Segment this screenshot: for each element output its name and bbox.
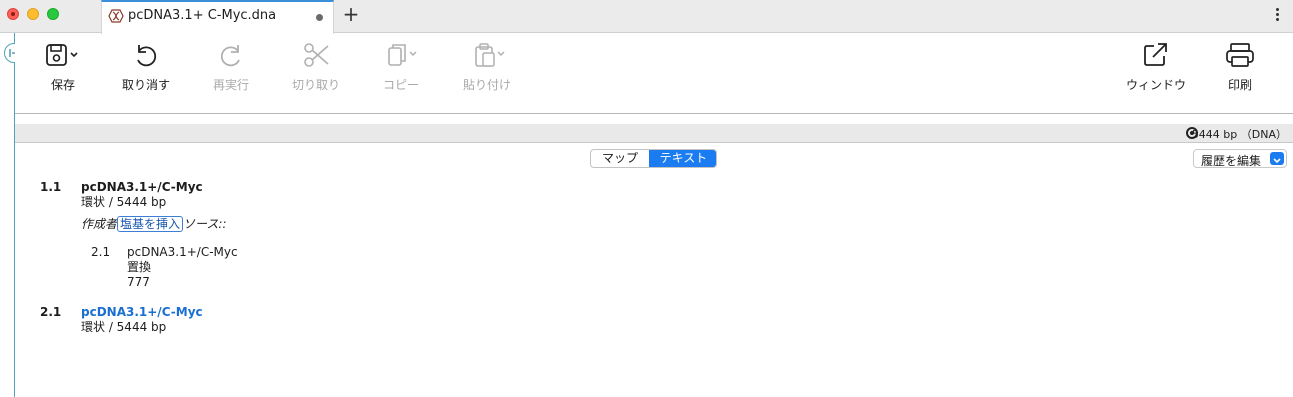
print-button[interactable]: 印刷 bbox=[1222, 42, 1258, 93]
paste-button[interactable]: 貼り付け bbox=[459, 42, 515, 93]
window-label: ウィンドウ bbox=[1125, 78, 1186, 92]
undo-button[interactable]: 取り消す bbox=[118, 42, 174, 93]
undo-icon bbox=[137, 45, 157, 67]
paste-icon bbox=[475, 43, 505, 67]
history-dropdown[interactable]: 履歴を編集 bbox=[1193, 149, 1287, 168]
redo-button[interactable]: 再実行 bbox=[209, 42, 253, 93]
entry-topology: 環状 / 5444 bp bbox=[81, 320, 167, 334]
redo-label: 再実行 bbox=[212, 78, 249, 92]
toolbar: 保存 取り消す 再実行 切り取り コピー 貼り付け ウィンドウ 印刷 bbox=[15, 34, 1293, 114]
copy-icon bbox=[388, 44, 417, 66]
minimize-window-button[interactable] bbox=[27, 8, 39, 20]
entry-title-link[interactable]: pcDNA3.1+/C-Myc bbox=[81, 305, 203, 319]
author-label: 作成者 bbox=[81, 217, 118, 231]
entry-number: 2.1 bbox=[40, 305, 62, 319]
entry-title: pcDNA3.1+/C-Myc bbox=[81, 180, 203, 194]
unsaved-indicator[interactable] bbox=[316, 14, 323, 21]
sub-entry-title: pcDNA3.1+/C-Myc bbox=[127, 245, 238, 259]
sub-entry-number: 2.1 bbox=[91, 245, 111, 259]
tab-map[interactable]: マップ bbox=[591, 150, 649, 167]
window-button[interactable]: ウィンドウ bbox=[1124, 42, 1188, 93]
open-window-icon bbox=[1144, 43, 1167, 66]
title-bar: pcDNA3.1+ C-Myc.dna + bbox=[0, 0, 1293, 34]
save-button[interactable]: 保存 bbox=[43, 42, 83, 93]
cut-button[interactable]: 切り取り bbox=[288, 42, 344, 93]
sequence-size: 5444 bp （DNA） bbox=[1191, 128, 1287, 141]
sub-entry-type: 置換 bbox=[127, 260, 152, 274]
redo-icon bbox=[220, 45, 240, 67]
zoom-window-button[interactable] bbox=[47, 8, 59, 20]
source-label: ソース:: bbox=[183, 217, 227, 231]
tab-text[interactable]: テキスト bbox=[649, 150, 716, 167]
undo-label: 取り消す bbox=[121, 78, 170, 92]
status-bar: 5444 bp （DNA） bbox=[15, 124, 1293, 143]
document-tab[interactable]: pcDNA3.1+ C-Myc.dna bbox=[101, 0, 334, 34]
view-switch: マップ テキスト bbox=[590, 149, 717, 168]
printer-icon bbox=[1226, 43, 1254, 67]
save-label: 保存 bbox=[50, 78, 75, 92]
cut-label: 切り取り bbox=[291, 78, 340, 92]
copy-button[interactable]: コピー bbox=[377, 42, 425, 93]
entry-number: 1.1 bbox=[40, 180, 62, 194]
scissors-icon bbox=[304, 43, 329, 67]
history-label: 履歴を編集 bbox=[1201, 154, 1262, 168]
tab-title: pcDNA3.1+ C-Myc.dna bbox=[128, 8, 277, 23]
author-line: 作成者 塩基を挿入 ソース:: bbox=[81, 216, 227, 232]
sub-entry-value: 777 bbox=[127, 275, 150, 289]
close-window-button[interactable] bbox=[7, 8, 19, 20]
save-icon bbox=[46, 44, 78, 66]
chevron-down-icon bbox=[1270, 152, 1284, 165]
new-tab-button[interactable]: + bbox=[340, 2, 362, 26]
dna-file-icon bbox=[108, 9, 124, 23]
paste-label: 貼り付け bbox=[462, 78, 511, 92]
print-label: 印刷 bbox=[1227, 78, 1252, 92]
copy-label: コピー bbox=[382, 78, 419, 92]
insert-bases-button[interactable]: 塩基を挿入 bbox=[117, 216, 184, 232]
entry-topology: 環状 / 5444 bp bbox=[81, 195, 167, 209]
more-menu-icon[interactable] bbox=[1272, 8, 1282, 26]
